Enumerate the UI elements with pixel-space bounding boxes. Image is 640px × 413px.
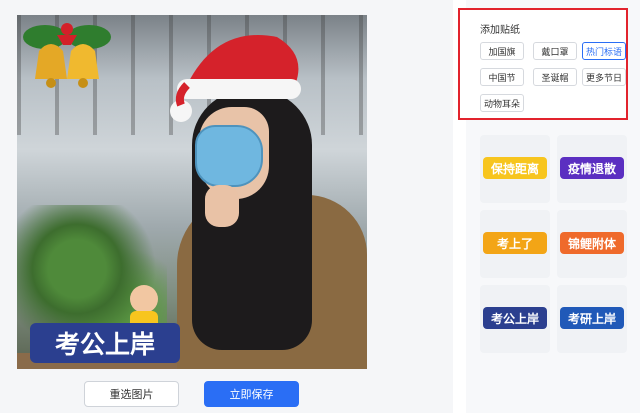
sticker-thumb[interactable]: 考研上岸 — [557, 285, 627, 353]
sticker-thumb[interactable]: 考公上岸 — [480, 285, 550, 353]
exam-success-sticker[interactable]: 考公上岸 — [22, 283, 182, 369]
photo-canvas[interactable]: 考公上岸 — [17, 15, 367, 369]
sticker-art: 锦鲤附体 — [560, 232, 624, 254]
tag-chinese-festival[interactable]: 中国节 — [480, 68, 524, 86]
person-hand — [205, 185, 239, 227]
tag-wear-mask[interactable]: 戴口罩 — [533, 42, 577, 60]
sticker-thumb[interactable]: 锦鲤附体 — [557, 210, 627, 278]
tag-hot-slogans[interactable]: 热门标语 — [582, 42, 626, 60]
sticker-text: 考上了 — [497, 236, 533, 251]
sticker-text: 疫情退散 — [568, 161, 617, 176]
sticker-art: 保持距离 — [483, 157, 547, 179]
tag-add-flag[interactable]: 加国旗 — [480, 42, 524, 60]
save-now-button[interactable]: 立即保存 — [204, 381, 299, 407]
editor-workspace: 考公上岸 重选图片 立即保存 — [0, 0, 453, 413]
sticker-text: 保持距离 — [490, 161, 539, 176]
sticker-art: 考研上岸 — [560, 307, 624, 329]
santa-hat-sticker[interactable] — [167, 15, 307, 125]
tag-santa-hat[interactable]: 圣诞帽 — [533, 68, 577, 86]
sticker-art: 考上了 — [483, 232, 547, 254]
sticker-text: 锦鲤附体 — [568, 236, 617, 251]
sticker-category-box: 添加贴纸 加国旗 戴口罩 热门标语 中国节 圣诞帽 更多节日 动物耳朵 — [458, 8, 628, 120]
sticker-thumb[interactable]: 疫情退散 — [557, 135, 627, 203]
sticker-text: 考公上岸 — [491, 311, 539, 326]
sticker-art: 疫情退散 — [560, 157, 624, 179]
sticker-caption: 考公上岸 — [55, 330, 155, 359]
sticker-art: 考公上岸 — [483, 307, 547, 329]
sticker-text: 考研上岸 — [568, 311, 616, 326]
sticker-thumb[interactable]: 考上了 — [480, 210, 550, 278]
reselect-image-button[interactable]: 重选图片 — [84, 381, 179, 407]
christmas-bells-sticker[interactable] — [17, 15, 117, 101]
sticker-thumb[interactable]: 保持距离 — [480, 135, 550, 203]
sticker-panel-title: 添加贴纸 — [480, 25, 520, 36]
tag-more-holidays[interactable]: 更多节日 — [582, 68, 626, 86]
tag-animal-ears[interactable]: 动物耳朵 — [480, 94, 524, 112]
face-mask — [195, 125, 263, 187]
